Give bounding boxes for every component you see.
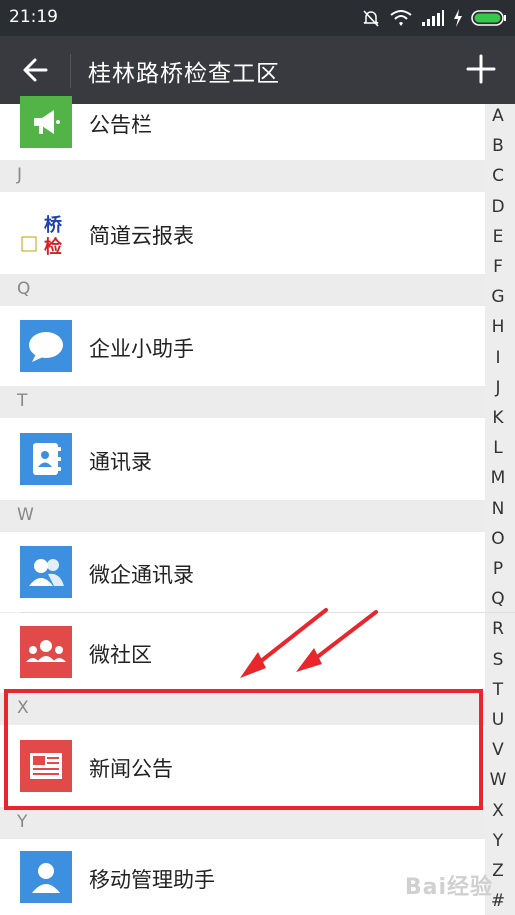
watermark: Bai经验 — [404, 875, 493, 900]
annotation-arrows — [240, 608, 378, 678]
arrow-1 — [240, 608, 328, 678]
arrow-2 — [296, 610, 378, 672]
